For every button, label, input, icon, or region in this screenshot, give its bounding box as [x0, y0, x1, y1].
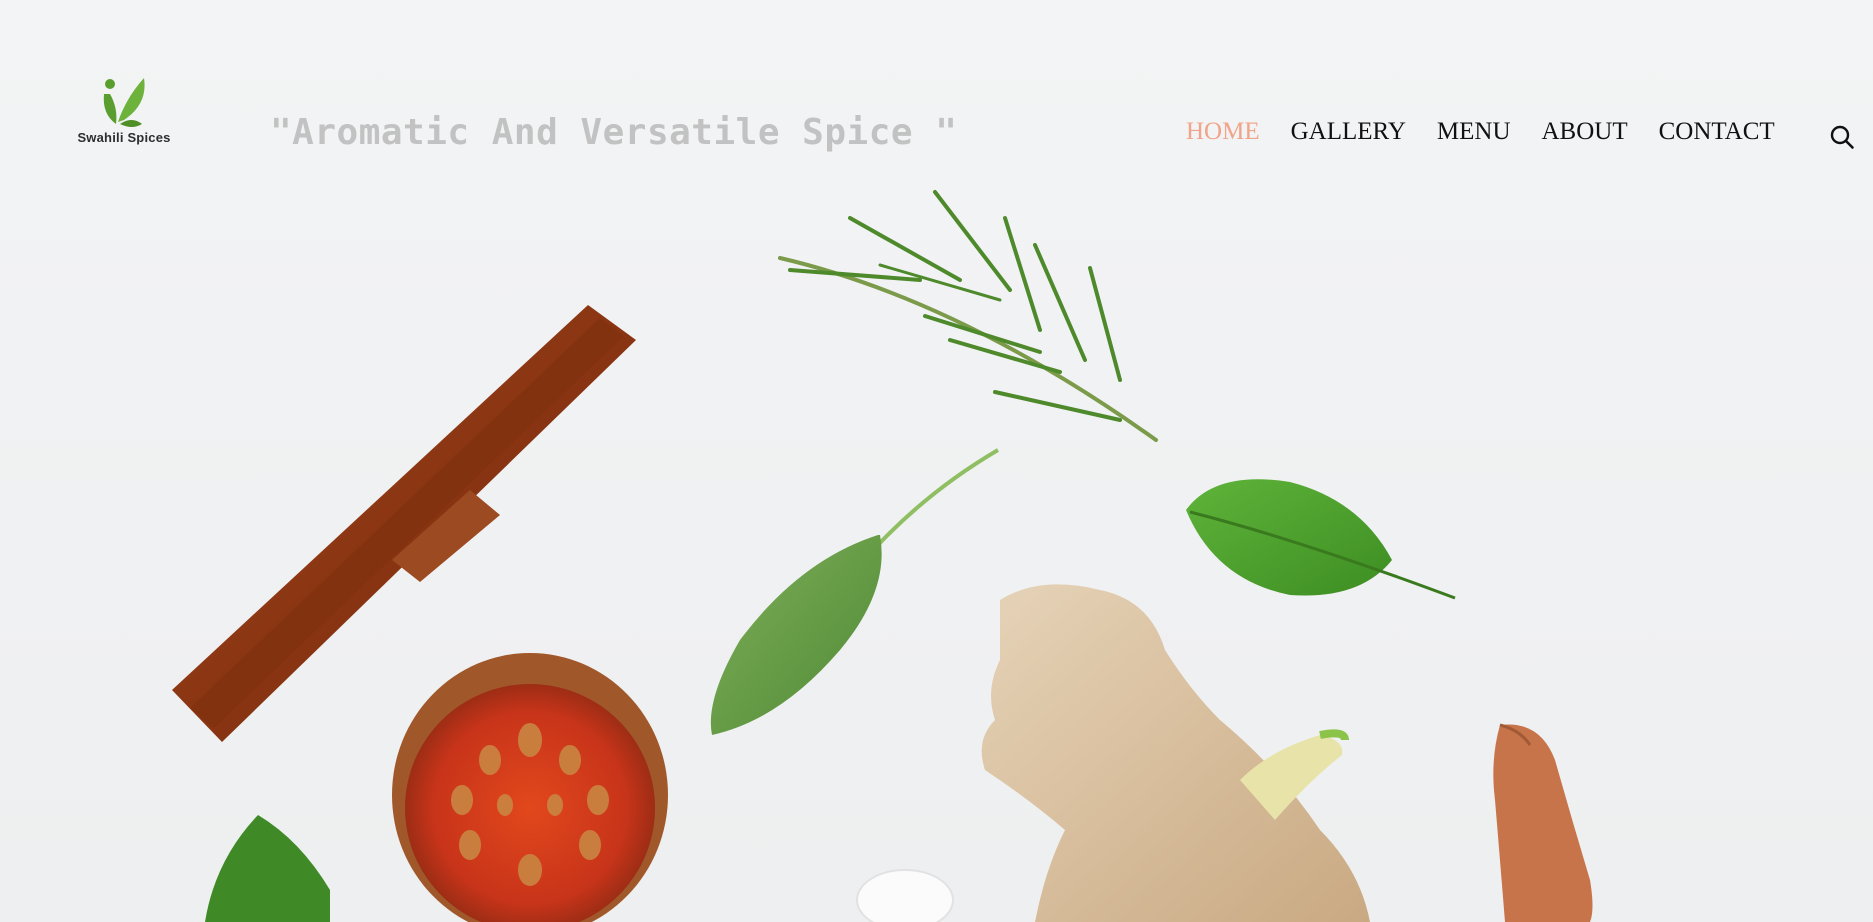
site-header: Swahili Spices "Aromatic And Versatile S… — [0, 0, 1873, 180]
nav-home-link[interactable]: HOME — [1186, 118, 1260, 146]
search-icon — [1830, 125, 1854, 149]
turmeric-root — [1493, 723, 1593, 922]
search-button[interactable] — [1829, 124, 1855, 150]
ginger-root — [981, 584, 1370, 922]
leaf-logo-icon — [103, 78, 145, 127]
sage-leaf — [710, 448, 1000, 735]
hero-tagline: "Aromatic And Versatile Spice " — [270, 112, 958, 153]
main-nav: HOME GALLERY MENU ABOUT CONTACT — [1186, 118, 1806, 146]
small-leaf — [205, 815, 330, 922]
white-stone — [856, 869, 954, 922]
nav-about-link[interactable]: ABOUT — [1542, 118, 1628, 146]
brand-logo[interactable]: Swahili Spices — [70, 74, 178, 150]
rosemary-sprig — [778, 190, 1158, 442]
nav-menu-link[interactable]: MENU — [1437, 118, 1511, 146]
basil-leaf — [1186, 479, 1456, 600]
nav-contact-link[interactable]: CONTACT — [1659, 118, 1775, 146]
brand-name: Swahili Spices — [77, 130, 171, 145]
nav-gallery-link[interactable]: GALLERY — [1291, 118, 1406, 146]
dried-fruit-slice — [392, 653, 668, 922]
landing-page: Swahili Spices "Aromatic And Versatile S… — [0, 0, 1873, 922]
